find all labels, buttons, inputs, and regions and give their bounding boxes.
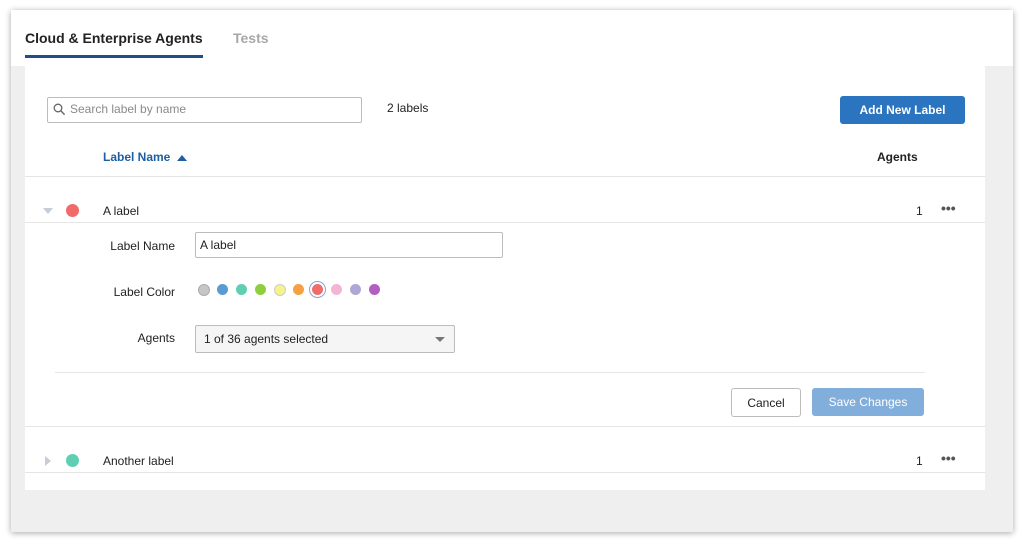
- row-label-name[interactable]: Another label: [103, 454, 174, 468]
- color-swatch-red-selected[interactable]: [312, 284, 323, 295]
- color-swatch-pink[interactable]: [331, 284, 342, 295]
- more-horizontal-icon[interactable]: •••: [941, 200, 956, 216]
- search-box[interactable]: [47, 97, 362, 123]
- header-divider: [25, 176, 985, 177]
- color-swatch-blue[interactable]: [217, 284, 228, 295]
- tab-cloud-enterprise-agents[interactable]: Cloud & Enterprise Agents: [25, 30, 203, 46]
- row-divider: [25, 472, 985, 473]
- active-tab-indicator: [25, 55, 203, 58]
- color-swatch-gray[interactable]: [198, 284, 210, 296]
- agents-select-value: 1 of 36 agents selected: [204, 332, 329, 346]
- color-swatch-purple[interactable]: [369, 284, 380, 295]
- color-swatch-orange[interactable]: [293, 284, 304, 295]
- row-divider: [25, 426, 985, 427]
- row-label-name[interactable]: A label: [103, 204, 139, 218]
- color-swatch-lavender[interactable]: [350, 284, 361, 295]
- column-header-label-name[interactable]: Label Name: [103, 150, 170, 164]
- more-horizontal-icon[interactable]: •••: [941, 450, 956, 466]
- label-color-field-label: Label Color: [113, 285, 175, 299]
- label-name-input[interactable]: [200, 236, 496, 253]
- row-divider: [25, 222, 985, 223]
- chevron-down-icon: [435, 337, 445, 342]
- label-color-dot: [66, 204, 79, 217]
- color-swatch-green[interactable]: [255, 284, 266, 295]
- label-color-dot: [66, 454, 79, 467]
- chevron-right-icon[interactable]: [45, 456, 51, 466]
- labels-panel: 2 labels Add New Label Label Name Agents…: [25, 66, 985, 490]
- sort-ascending-icon[interactable]: [177, 155, 187, 161]
- add-new-label-button[interactable]: Add New Label: [840, 96, 965, 124]
- label-name-input-box[interactable]: [195, 232, 503, 258]
- agents-select[interactable]: 1 of 36 agents selected: [195, 325, 455, 353]
- label-count: 2 labels: [387, 101, 429, 115]
- chevron-down-icon[interactable]: [43, 208, 53, 214]
- save-changes-button[interactable]: Save Changes: [812, 388, 924, 416]
- window-frame: Cloud & Enterprise Agents Tests 2 labels…: [11, 10, 1013, 532]
- agents-field-label: Agents: [137, 331, 175, 345]
- color-swatch-teal[interactable]: [236, 284, 247, 295]
- label-name-field-label: Label Name: [110, 239, 175, 253]
- cancel-button[interactable]: Cancel: [731, 388, 801, 417]
- tab-tests[interactable]: Tests: [233, 30, 269, 46]
- editor-divider: [55, 372, 925, 373]
- color-swatch-yellow[interactable]: [274, 284, 286, 296]
- row-agent-count: 1: [916, 204, 923, 218]
- column-header-agents: Agents: [877, 150, 918, 164]
- row-agent-count: 1: [916, 454, 923, 468]
- search-input[interactable]: [70, 100, 355, 118]
- search-icon: [53, 103, 65, 115]
- tab-bar: Cloud & Enterprise Agents Tests: [11, 10, 1013, 66]
